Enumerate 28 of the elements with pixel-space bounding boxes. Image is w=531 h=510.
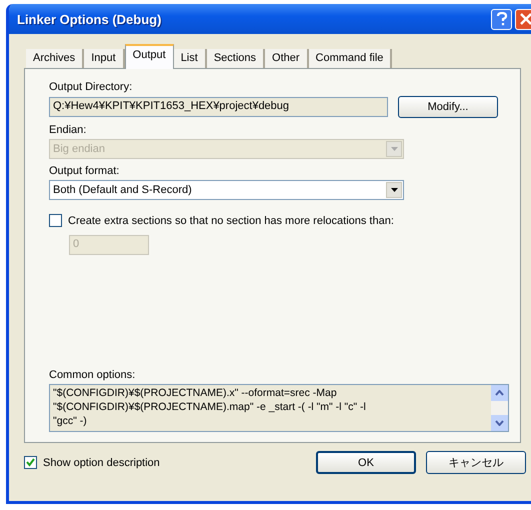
field-label: Common options: xyxy=(49,369,136,381)
scroll-down-icon[interactable] xyxy=(491,415,508,431)
checkbox-label: Create extra sections so that no section has more relocations than: xyxy=(68,214,394,226)
tab[interactable]: Output xyxy=(124,44,174,69)
options-text: "$(CONFIGDIR)¥$(PROJECTNAME).x" --oformat=srec -Map "$(CONFIGDIR)¥$(PROJECTNAME).map" -e _start -( -l "m" -l "c" -l "gcc" -) xyxy=(52,386,367,429)
tab[interactable]: Archives xyxy=(26,49,84,68)
checkbox-label: Show option description xyxy=(43,456,160,468)
field-label: Output format: xyxy=(49,165,120,177)
dropdown[interactable]: Both (Default and S-Record) xyxy=(49,180,404,200)
checkbox[interactable] xyxy=(24,456,37,469)
scrollbar[interactable] xyxy=(491,385,508,431)
tab[interactable]: Sections xyxy=(206,49,266,68)
help-button[interactable] xyxy=(491,8,512,30)
close-button[interactable] xyxy=(515,8,531,30)
cancel-button[interactable]: キャンセル xyxy=(426,451,526,474)
text-field[interactable]: Q:¥Hew4¥KPIT¥KPIT1653_HEX¥project¥debug xyxy=(49,97,388,117)
ok-button[interactable]: OK xyxy=(316,451,416,474)
field-label: Output Directory: xyxy=(49,81,134,93)
tab[interactable]: List xyxy=(174,49,207,68)
tab[interactable]: Other xyxy=(265,49,309,68)
window-title: Linker Options (Debug) xyxy=(17,12,162,26)
question-mark-icon xyxy=(496,12,508,26)
field-label: Endian: xyxy=(49,124,88,136)
tab[interactable]: Input xyxy=(84,49,125,68)
modify-button[interactable]: Modify... xyxy=(398,96,498,118)
close-icon xyxy=(520,13,531,25)
scroll-up-icon[interactable] xyxy=(491,385,508,401)
tab[interactable]: Command file xyxy=(308,49,392,68)
